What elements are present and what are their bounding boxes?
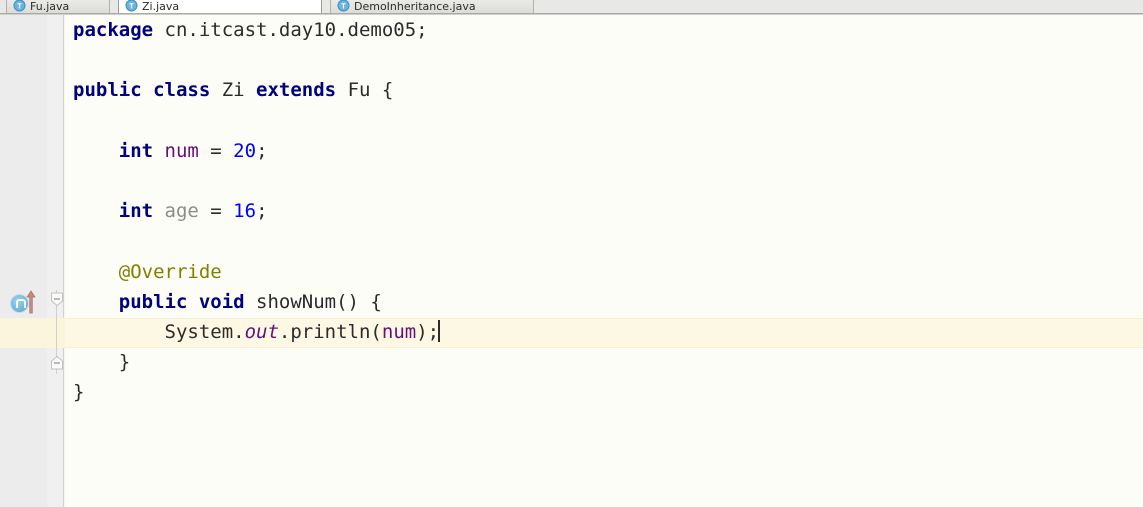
code-line: int num = 20;: [73, 136, 440, 166]
code-line: System.out.println(num);: [73, 317, 441, 347]
code-token: int: [73, 200, 165, 223]
code-token: num: [164, 139, 211, 162]
code-token: Zi: [221, 79, 257, 102]
code-token: =: [210, 200, 234, 223]
code-token: showNum() {: [256, 290, 382, 313]
code-line: public void showNum() {: [73, 287, 440, 317]
code-line: }: [73, 377, 440, 407]
code-token: extends: [256, 79, 348, 102]
java-class-icon: [337, 0, 350, 12]
code-token: age: [164, 200, 211, 223]
code-token: out: [244, 320, 279, 343]
code-token: ;: [256, 200, 268, 223]
code-token: 16: [233, 200, 257, 223]
code-line: package cn.itcast.day10.demo05;: [73, 15, 440, 45]
editor-tab-zi[interactable]: Zi.java: [118, 0, 322, 13]
code-token: public class: [73, 79, 222, 102]
ide-editor-window: Fu.java Zi.java DemoInheritance.java pac…: [0, 0, 1143, 507]
code-token: public void: [73, 290, 257, 313]
code-token: }: [73, 381, 85, 404]
code-token: num: [381, 320, 417, 343]
code-token: );: [416, 320, 440, 343]
editor-tab-fu[interactable]: Fu.java: [6, 0, 110, 13]
code-token: @Override: [73, 260, 222, 283]
editor-tab-label: Zi.java: [142, 0, 180, 13]
editor-icon-gutter[interactable]: [0, 15, 47, 507]
fold-collapse-end-marker[interactable]: [50, 355, 64, 370]
source-code[interactable]: package cn.itcast.day10.demo05; public c…: [73, 15, 441, 407]
arrow-up-icon[interactable]: [26, 290, 36, 314]
code-token: cn.itcast.day10.demo05;: [164, 19, 428, 41]
code-line: @Override: [73, 257, 440, 287]
text-caret: [438, 319, 441, 342]
code-token: }: [73, 351, 131, 374]
code-token: .println(: [278, 320, 382, 343]
editor-fold-strip[interactable]: [47, 15, 63, 507]
java-class-icon: [13, 0, 26, 12]
code-token: int: [73, 139, 165, 162]
editor-tab-bar: Fu.java Zi.java DemoInheritance.java: [0, 0, 1143, 13]
code-token: ;: [256, 139, 268, 162]
code-line: }: [73, 347, 440, 377]
code-token: 20: [233, 139, 257, 162]
code-line: int age = 16;: [73, 196, 440, 226]
editor-tab-label: DemoInheritance.java: [354, 0, 476, 13]
editor-tab-label: Fu.java: [30, 0, 70, 13]
editor-tab-demoinheritance[interactable]: DemoInheritance.java: [330, 0, 534, 13]
code-token: Fu {: [347, 79, 394, 102]
code-token: =: [210, 139, 234, 162]
code-editor-area[interactable]: package cn.itcast.day10.demo05; public c…: [65, 15, 1143, 507]
code-line: public class Zi extends Fu {: [73, 75, 440, 105]
java-class-icon: [125, 0, 138, 12]
fold-collapse-marker[interactable]: [50, 292, 64, 307]
code-token: package: [73, 19, 165, 41]
editor-scrollbar[interactable]: [1139, 15, 1143, 507]
code-token: System.: [73, 320, 245, 343]
